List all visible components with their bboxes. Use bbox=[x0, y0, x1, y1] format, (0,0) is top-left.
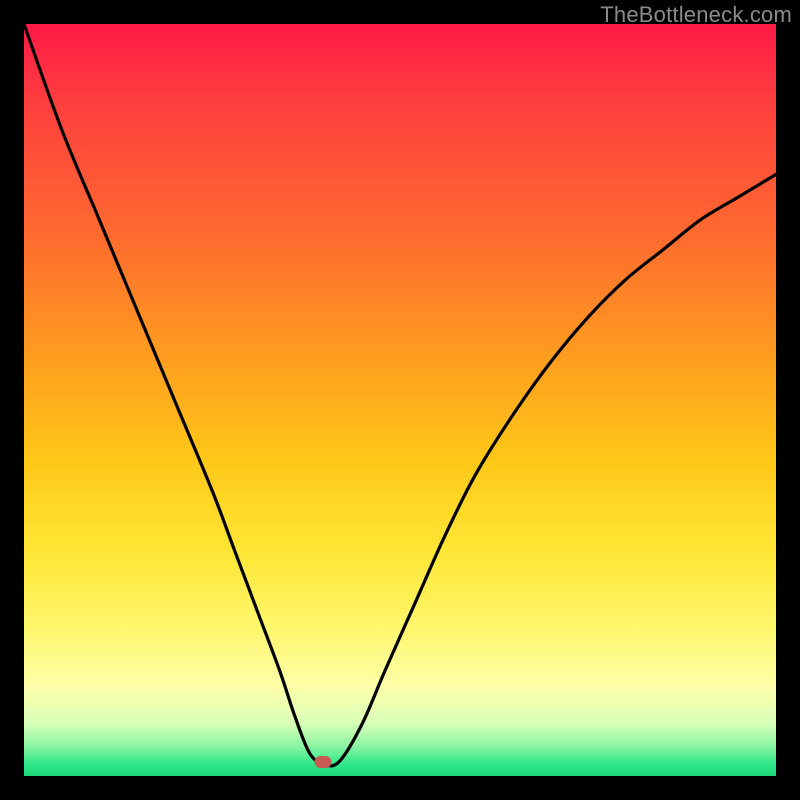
bottleneck-curve bbox=[24, 24, 776, 776]
optimal-marker-icon bbox=[315, 756, 332, 768]
chart-frame: TheBottleneck.com bbox=[0, 0, 800, 800]
plot-area bbox=[24, 24, 776, 776]
